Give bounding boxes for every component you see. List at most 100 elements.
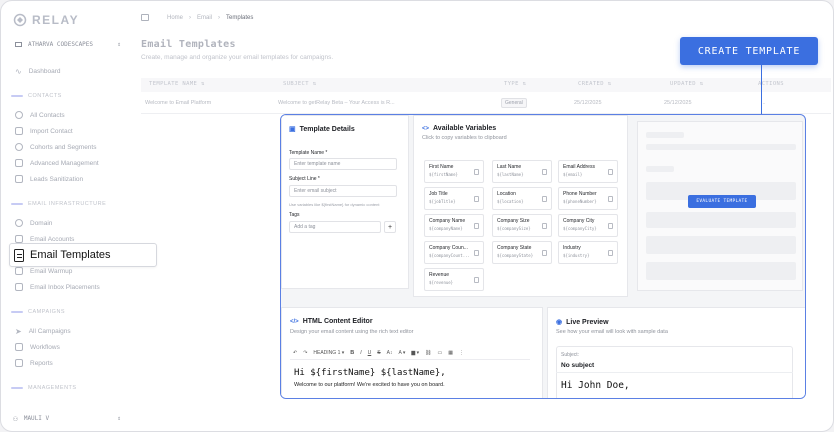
- sidebar-item-all-contacts[interactable]: All Contacts: [15, 111, 65, 119]
- tag-input[interactable]: Add a tag: [289, 221, 381, 233]
- relay-logo-icon: [13, 13, 27, 27]
- strikethrough-icon[interactable]: S: [377, 350, 380, 356]
- sidebar-item-leads-sanitization[interactable]: Leads Sanitization: [15, 175, 83, 183]
- sidebar-item-label: Reports: [30, 359, 53, 367]
- variable-location[interactable]: Location ${location}: [492, 187, 552, 210]
- send-icon: ➤: [15, 327, 22, 336]
- sidebar-item-label: Leads Sanitization: [30, 175, 84, 183]
- table-header: [141, 78, 831, 92]
- copy-icon: [542, 250, 547, 256]
- inbox-icon: [15, 283, 23, 291]
- sidebar-item-inbox-placements[interactable]: Email Inbox Placements: [15, 283, 100, 291]
- chevron-updown-icon: ⇕: [117, 41, 121, 48]
- sidebar-item-reports[interactable]: Reports: [15, 359, 53, 367]
- variables-subtitle: Click to copy variables to clipboard: [422, 135, 507, 141]
- template-details-title: Template Details: [299, 125, 355, 133]
- workspace-name: ATHARVA CODESCAPES: [28, 41, 94, 48]
- bold-icon[interactable]: B: [350, 350, 354, 356]
- user-icon: ⚇: [13, 414, 18, 423]
- heading-select[interactable]: HEADING 1 ▾: [313, 350, 344, 356]
- column-updated[interactable]: UPDATED ⇅: [670, 81, 703, 87]
- code-icon: <>: [422, 125, 430, 132]
- app-window: RELAY ATHARVA CODESCAPES ⇕ ∿ Dashboard C…: [0, 0, 834, 432]
- code-icon: </>: [290, 318, 299, 325]
- column-template-name[interactable]: TEMPLATE NAME ⇅: [149, 81, 205, 87]
- sidebar-item-import-contact[interactable]: Import Contact: [15, 127, 73, 135]
- column-created[interactable]: CREATED ⇅: [578, 81, 611, 87]
- user-name: MAULI V: [23, 415, 50, 422]
- variable-phone-number[interactable]: Phone Number ${phoneNumber}: [558, 187, 618, 210]
- editor-toolbar: ↶ ↷ HEADING 1 ▾ B I U S A↕ A ▾ ▆ ▾ ⛓ ▭ ▦…: [290, 346, 530, 360]
- sidebar-item-all-campaigns[interactable]: ➤ All Campaigns: [15, 327, 71, 336]
- page-title: Email Templates: [141, 39, 236, 50]
- template-name-input[interactable]: Enter template name: [289, 158, 397, 170]
- eye-icon: ◉: [556, 319, 563, 326]
- editor-subtitle: Design your email content using the rich…: [290, 329, 414, 335]
- sidebar-toggle-icon[interactable]: [141, 14, 149, 21]
- variable-email[interactable]: Email Address ${email}: [558, 160, 618, 183]
- evaluate-template-button[interactable]: EVALUATE TEMPLATE: [688, 195, 756, 208]
- table-icon[interactable]: ▦: [448, 350, 453, 356]
- workspace-switcher[interactable]: ATHARVA CODESCAPES ⇕: [15, 41, 121, 48]
- chevron-updown-icon: ⇕: [117, 415, 121, 422]
- editor-line-greeting[interactable]: Hi ${firstName} ${lastName},: [294, 368, 446, 378]
- user-menu[interactable]: ⚇ MAULI V ⇕: [13, 414, 121, 423]
- copy-icon: [474, 250, 479, 256]
- available-variables-card: <> Available Variables Click to copy var…: [413, 115, 628, 297]
- variable-revenue[interactable]: Revenue ${revenue}: [424, 268, 484, 291]
- link-icon[interactable]: ⛓: [425, 350, 431, 356]
- variable-company-country[interactable]: Company Coun... ${companyCount...: [424, 241, 484, 264]
- sidebar-item-dashboard[interactable]: ∿ Dashboard: [15, 67, 61, 76]
- live-preview-card: ◉ Live Preview See how your email will l…: [547, 307, 805, 398]
- sidebar-item-workflows[interactable]: Workflows: [15, 343, 60, 351]
- sidebar-item-label: Advanced Management: [30, 159, 99, 167]
- copy-icon: [542, 196, 547, 202]
- sidebar-item-domain[interactable]: Domain: [15, 219, 52, 227]
- breadcrumb: Home › Email › Templates: [141, 14, 253, 21]
- document-icon: ▣: [289, 126, 296, 133]
- highlight-icon[interactable]: ▆ ▾: [411, 350, 419, 356]
- section-email-infrastructure: EMAIL INFRASTRUCTURE: [11, 201, 106, 207]
- sidebar-item-label: Email Accounts: [30, 235, 75, 243]
- editor-line-welcome[interactable]: Welcome to our platform! We're excited t…: [294, 382, 445, 388]
- italic-icon[interactable]: I: [360, 350, 361, 356]
- breadcrumb-home[interactable]: Home: [167, 15, 183, 21]
- redo-icon[interactable]: ↷: [303, 350, 307, 356]
- variable-company-city[interactable]: Company City ${companyCity}: [558, 214, 618, 237]
- column-subject[interactable]: SUBJECT ⇅: [283, 81, 316, 87]
- sidebar-item-advanced-management[interactable]: Advanced Management: [15, 159, 99, 167]
- copy-icon: [608, 196, 613, 202]
- preview-divider: [556, 372, 793, 373]
- undo-icon[interactable]: ↶: [293, 350, 297, 356]
- breadcrumb-email[interactable]: Email: [197, 15, 212, 21]
- variable-industry[interactable]: Industry ${industry}: [558, 241, 618, 264]
- brand-logo[interactable]: RELAY: [13, 13, 79, 27]
- cell-template-name[interactable]: Welcome to Email Platform: [145, 100, 211, 106]
- chevron-right-icon: ›: [218, 14, 221, 21]
- template-builder-preview: ▣ Template Details Template Name * Enter…: [280, 114, 806, 399]
- activity-icon: ∿: [15, 67, 22, 76]
- column-type[interactable]: TYPE ⇅: [504, 81, 526, 87]
- create-template-button[interactable]: CREATE TEMPLATE: [680, 37, 818, 65]
- more-icon[interactable]: ⋮: [459, 350, 464, 356]
- monitor-icon: [15, 42, 22, 47]
- variable-first-name[interactable]: First Name ${firstName}: [424, 160, 484, 183]
- variable-job-title[interactable]: Job Title ${jobTitle}: [424, 187, 484, 210]
- text-color-icon[interactable]: A ▾: [398, 350, 405, 356]
- mail-icon: [15, 235, 23, 243]
- variable-company-size[interactable]: Company Size ${companySize}: [492, 214, 552, 237]
- variable-last-name[interactable]: Last Name ${lastName}: [492, 160, 552, 183]
- font-size-icon[interactable]: A↕: [387, 350, 393, 356]
- sidebar-item-email-warmup[interactable]: Email Warmup: [15, 267, 72, 275]
- document-icon: [14, 248, 24, 262]
- variable-company-name[interactable]: Company Name ${companyName}: [424, 214, 484, 237]
- subject-line-input[interactable]: Enter email subject: [289, 185, 397, 197]
- sidebar-item-email-templates[interactable]: Email Templates: [9, 243, 157, 267]
- sidebar-item-cohorts[interactable]: Cohorts and Segments: [15, 143, 96, 151]
- variable-company-state[interactable]: Company State ${companyState}: [492, 241, 552, 264]
- workflow-icon: [15, 343, 23, 351]
- sidebar-item-email-accounts[interactable]: Email Accounts: [15, 235, 74, 243]
- add-tag-button[interactable]: +: [384, 221, 396, 233]
- image-icon[interactable]: ▭: [438, 350, 443, 356]
- underline-icon[interactable]: U: [368, 350, 372, 356]
